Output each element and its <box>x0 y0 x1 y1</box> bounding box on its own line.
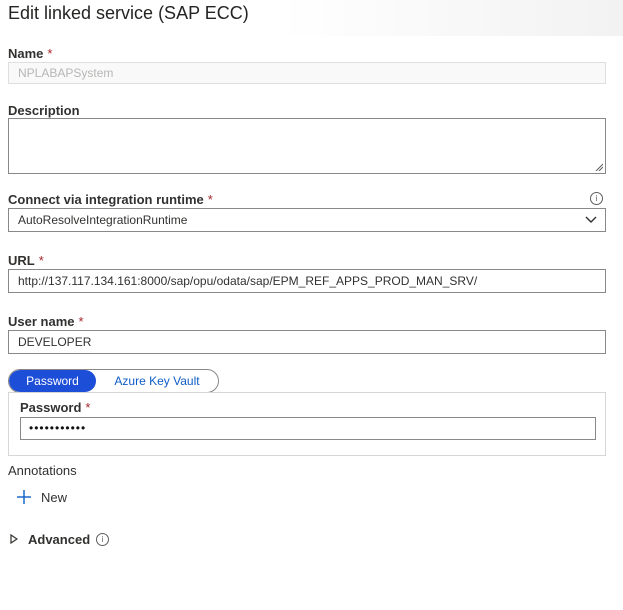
runtime-select[interactable]: AutoResolveIntegrationRuntime <box>8 208 606 232</box>
new-annotation-button[interactable]: New <box>16 487 67 507</box>
url-label: URL * <box>8 253 44 268</box>
plus-icon <box>17 490 31 504</box>
info-icon[interactable]: i <box>96 532 110 546</box>
password-tab[interactable]: Password <box>9 370 96 392</box>
annotations-label: Annotations <box>8 463 77 478</box>
required-mark: * <box>38 253 44 268</box>
required-mark: * <box>78 314 84 329</box>
password-section: Password * ••••••••••• <box>8 392 606 456</box>
info-icon[interactable]: i <box>590 192 603 205</box>
password-label: Password * <box>20 400 91 415</box>
username-input[interactable]: DEVELOPER <box>8 330 606 354</box>
azure-key-vault-tab[interactable]: Azure Key Vault <box>96 370 218 392</box>
advanced-label: Advanced <box>28 531 91 547</box>
advanced-expander[interactable]: Advanced i <box>10 531 110 547</box>
page-title: Edit linked service (SAP ECC) <box>8 3 249 23</box>
name-label: Name * <box>8 46 53 61</box>
chevron-down-icon <box>585 216 597 223</box>
password-input[interactable]: ••••••••••• <box>20 417 596 440</box>
runtime-label: Connect via integration runtime * <box>8 192 213 207</box>
required-mark: * <box>207 192 213 207</box>
new-label: New <box>41 489 68 505</box>
description-textarea[interactable] <box>8 118 606 174</box>
required-mark: * <box>47 46 53 61</box>
url-input[interactable]: http://137.117.134.161:8000/sap/opu/odat… <box>8 269 606 293</box>
description-label: Description <box>8 103 80 118</box>
name-input: NPLABAPSystem <box>8 62 606 84</box>
username-label: User name * <box>8 314 84 329</box>
auth-type-toggle: Password Azure Key Vault <box>8 369 219 393</box>
required-mark: * <box>85 400 91 415</box>
resize-grip-icon[interactable] <box>595 163 603 171</box>
chevron-right-icon <box>10 534 18 544</box>
